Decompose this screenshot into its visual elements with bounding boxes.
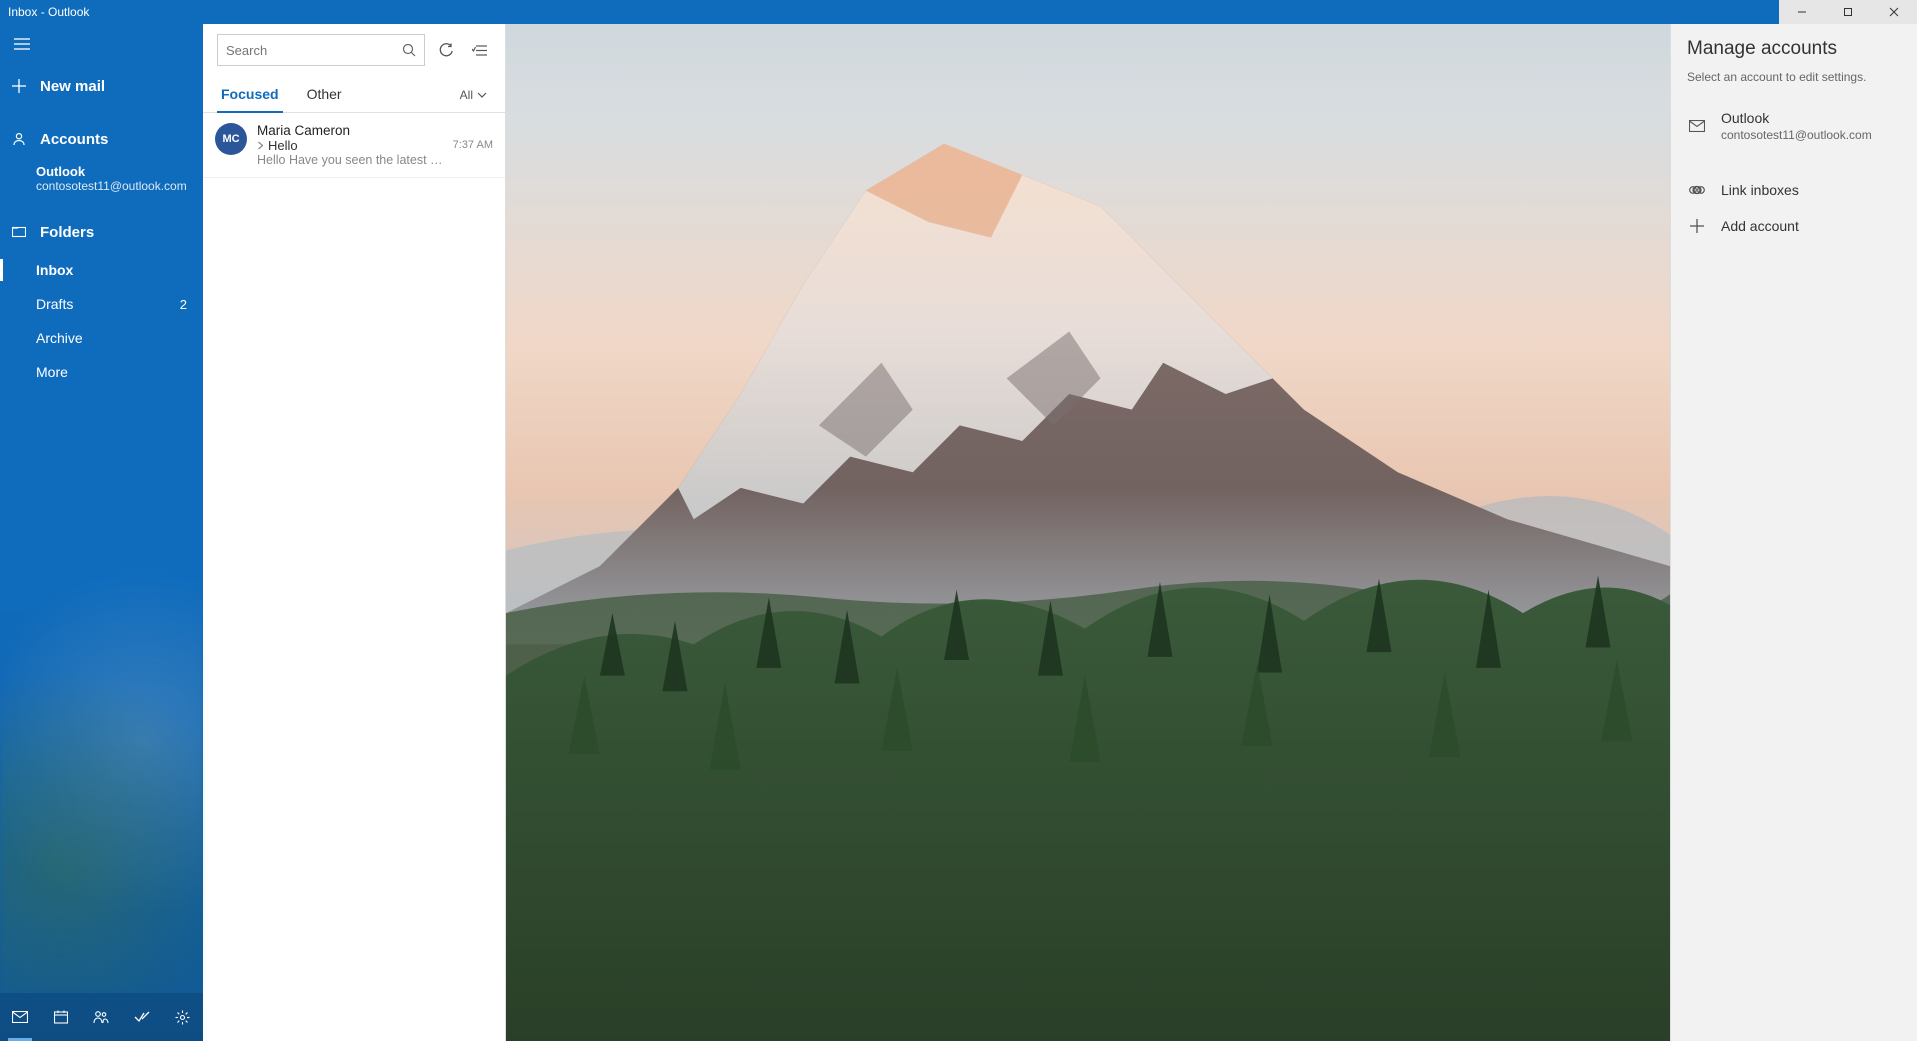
mail-icon: [1687, 120, 1707, 132]
message-subject: Hello: [268, 138, 298, 153]
maximize-button[interactable]: [1825, 0, 1871, 24]
folder-label: Inbox: [36, 262, 73, 278]
manage-accounts-panel: Manage accounts Select an account to edi…: [1670, 24, 1917, 1041]
filter-label: All: [460, 88, 473, 102]
search-box[interactable]: [217, 34, 425, 66]
message-item[interactable]: MC Maria Cameron Hello Hello Have you se…: [203, 113, 505, 178]
link-inboxes-label: Link inboxes: [1721, 182, 1799, 198]
tab-focused[interactable]: Focused: [217, 78, 283, 112]
window-title: Inbox - Outlook: [8, 5, 89, 19]
mail-app-icon[interactable]: [4, 1001, 36, 1033]
todo-app-icon[interactable]: [126, 1001, 158, 1033]
tab-other[interactable]: Other: [303, 78, 346, 112]
message-list-pane: Focused Other All MC Maria Cameron: [203, 24, 506, 1041]
refresh-button[interactable]: [435, 38, 458, 62]
folders-header[interactable]: Folders: [0, 211, 203, 253]
background-image: [506, 24, 1670, 1041]
message-sender: Maria Cameron: [257, 123, 447, 138]
plus-icon: [1687, 219, 1707, 233]
folder-label: More: [36, 364, 68, 380]
sidebar: New mail Accounts Outlook contosotest11@…: [0, 24, 203, 1041]
accounts-label: Accounts: [40, 131, 108, 148]
accounts-header[interactable]: Accounts: [0, 118, 203, 160]
message-time: 7:37 AM: [453, 139, 493, 151]
select-mode-button[interactable]: [468, 38, 491, 62]
window-controls: [1779, 0, 1917, 24]
link-icon: [1687, 185, 1707, 195]
add-account-button[interactable]: Add account: [1671, 208, 1917, 244]
panel-account-item[interactable]: Outlook contosotest11@outlook.com: [1671, 100, 1917, 152]
hamburger-button[interactable]: [0, 24, 203, 64]
new-mail-label: New mail: [40, 78, 105, 95]
folder-label: Drafts: [36, 296, 73, 312]
message-preview: Hello Have you seen the latest new, ...: [257, 153, 447, 167]
folder-count: 2: [180, 297, 187, 312]
link-inboxes-button[interactable]: Link inboxes: [1671, 172, 1917, 208]
sidebar-account-email: contosotest11@outlook.com: [36, 179, 203, 193]
filter-dropdown[interactable]: All: [456, 84, 491, 106]
sidebar-account-name: Outlook: [36, 164, 203, 179]
chevron-down-icon: [477, 92, 487, 98]
avatar: MC: [215, 123, 247, 155]
folder-more[interactable]: More: [0, 355, 203, 389]
folder-label: Archive: [36, 330, 83, 346]
sidebar-bottom-bar: [0, 993, 203, 1041]
folder-inbox[interactable]: Inbox: [0, 253, 203, 287]
settings-icon[interactable]: [167, 1001, 199, 1033]
close-button[interactable]: [1871, 0, 1917, 24]
folder-drafts[interactable]: Drafts 2: [0, 287, 203, 321]
panel-account-name: Outlook: [1721, 110, 1769, 126]
panel-account-email: contosotest11@outlook.com: [1721, 128, 1872, 142]
chevron-right-icon: [257, 141, 264, 150]
title-bar: Inbox - Outlook: [0, 0, 1917, 24]
add-account-label: Add account: [1721, 218, 1799, 234]
folders-label: Folders: [40, 224, 94, 241]
people-app-icon[interactable]: [85, 1001, 117, 1033]
folder-archive[interactable]: Archive: [0, 321, 203, 355]
minimize-button[interactable]: [1779, 0, 1825, 24]
person-icon: [12, 132, 26, 146]
calendar-app-icon[interactable]: [45, 1001, 77, 1033]
reading-pane: [506, 24, 1670, 1041]
sidebar-account[interactable]: Outlook contosotest11@outlook.com: [0, 160, 203, 201]
new-mail-button[interactable]: New mail: [0, 64, 203, 108]
panel-hint: Select an account to edit settings.: [1671, 70, 1917, 100]
panel-title: Manage accounts: [1671, 24, 1917, 70]
plus-icon: [12, 79, 26, 93]
search-input[interactable]: [226, 43, 402, 58]
search-icon[interactable]: [402, 43, 416, 57]
folder-icon: [12, 226, 26, 238]
